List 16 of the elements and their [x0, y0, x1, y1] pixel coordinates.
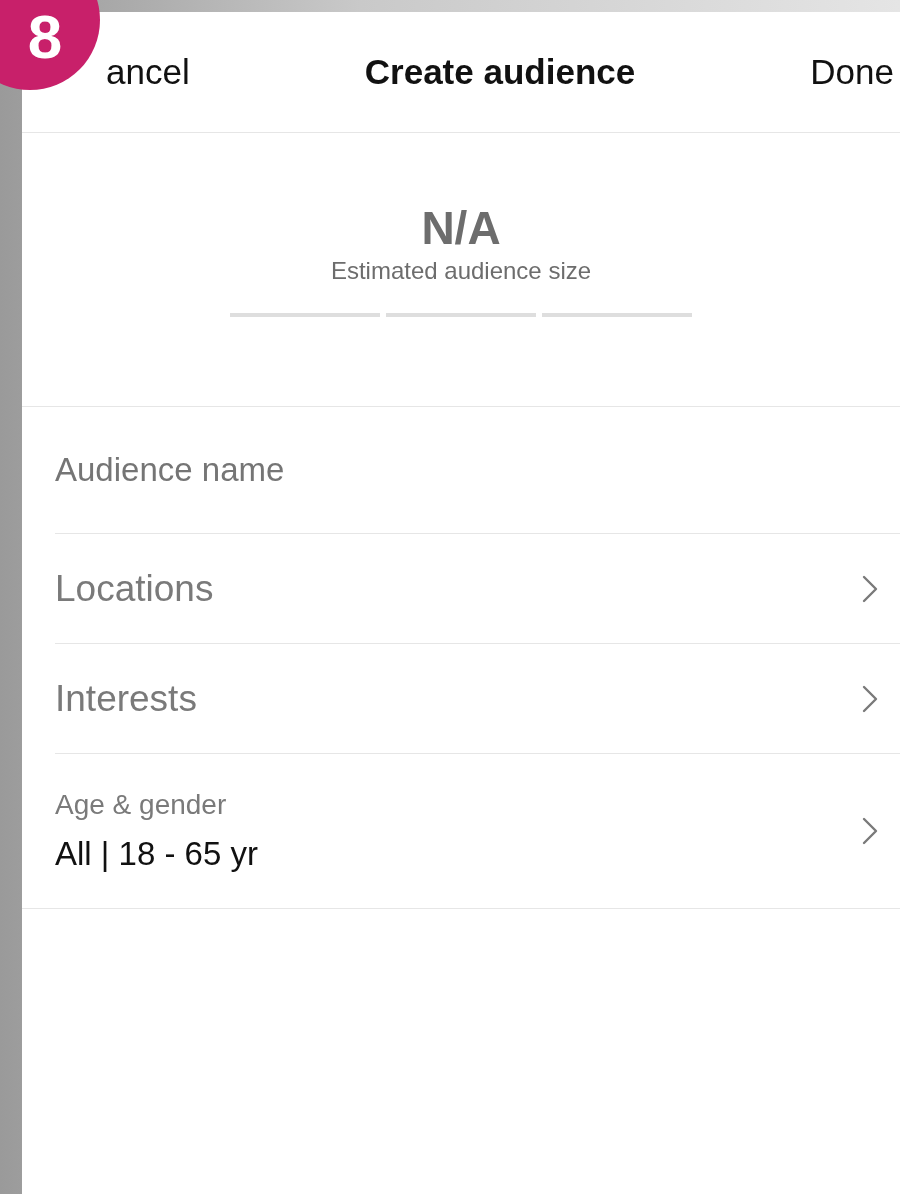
audience-size-caption: Estimated audience size [330, 257, 592, 285]
screen-title: Create audience [364, 52, 636, 92]
chevron-right-icon [862, 684, 878, 713]
item-value: All | 18 - 65 yr [55, 835, 258, 873]
chevron-right-icon [862, 817, 878, 845]
item-label: Age & gender [55, 789, 228, 821]
list-item[interactable]: Age & gender All | 18 - 65 yr [22, 754, 900, 909]
audience-size-value: N/A [421, 203, 501, 253]
step-badge: 8 [0, 0, 100, 90]
item-label: Locations [55, 567, 214, 610]
cancel-button[interactable]: ancel [106, 52, 190, 92]
item-label: Interests [55, 677, 197, 720]
done-button[interactable]: Done [810, 52, 894, 92]
chevron-right-icon [862, 574, 878, 603]
list-item[interactable]: Locations [55, 534, 900, 644]
list-item[interactable]: Interests [55, 644, 900, 754]
